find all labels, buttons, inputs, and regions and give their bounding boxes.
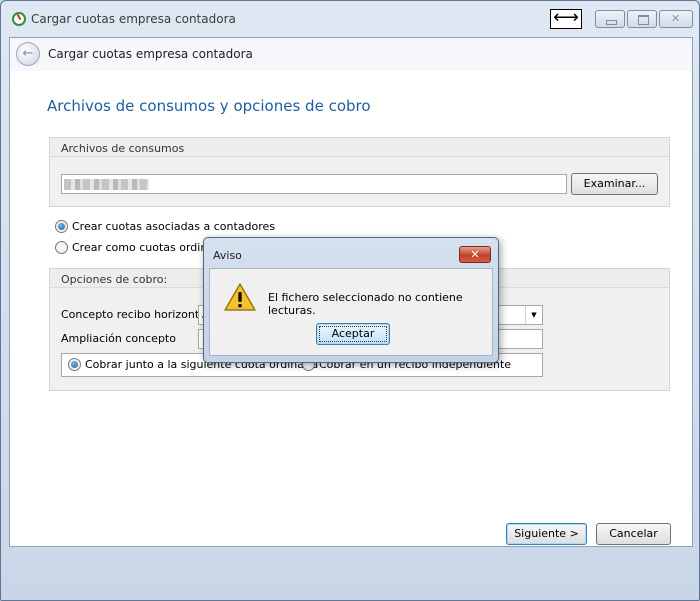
dropdown-arrow-icon[interactable]: ▼ xyxy=(525,306,542,324)
resize-cursor-icon: ⟷ xyxy=(550,9,582,29)
radio-button-selected[interactable] xyxy=(55,220,68,233)
page-title: Archivos de consumos y opciones de cobro xyxy=(47,97,371,115)
billing-options-label: Opciones de cobro: xyxy=(61,273,168,286)
wizard-nav-bar: ← Cargar cuotas empresa contadora xyxy=(10,38,692,71)
back-arrow-icon[interactable]: ← xyxy=(16,42,40,66)
dialog-title: Aviso xyxy=(213,249,242,262)
dialog-close-icon[interactable]: ✕ xyxy=(459,246,491,263)
window-title: Cargar cuotas empresa contadora xyxy=(31,12,236,26)
radio-button-selected[interactable] xyxy=(68,358,81,371)
redacted-file-path xyxy=(64,179,149,190)
browse-button[interactable]: Examinar... xyxy=(571,173,658,195)
maximize-button[interactable] xyxy=(627,10,657,28)
title-bar[interactable]: Cargar cuotas empresa contadora ⟷ xyxy=(1,1,699,37)
app-logo-icon xyxy=(12,12,26,26)
wizard-title: Cargar cuotas empresa contadora xyxy=(48,47,253,61)
app-window: Cargar cuotas empresa contadora ⟷ ← Carg… xyxy=(0,0,700,601)
dialog-body: El fichero seleccionado no contiene lect… xyxy=(209,268,493,356)
cancel-button[interactable]: Cancelar xyxy=(596,523,671,545)
dialog-message: El fichero seleccionado no contiene lect… xyxy=(268,291,463,317)
concept-extension-label: Ampliación concepto xyxy=(61,332,176,345)
warning-icon xyxy=(224,283,256,311)
concept-label: Concepto recibo horizontal: xyxy=(61,308,213,321)
next-button[interactable]: Siguiente > xyxy=(506,523,587,545)
minimize-button[interactable] xyxy=(595,10,625,28)
ok-button[interactable]: Aceptar xyxy=(316,323,390,345)
window-close-button[interactable] xyxy=(659,10,693,28)
radio-meter-fees[interactable]: Crear cuotas asociadas a contadores xyxy=(55,220,275,233)
radio-meter-fees-label: Crear cuotas asociadas a contadores xyxy=(72,220,276,233)
radio-button[interactable] xyxy=(55,241,68,254)
consumption-files-label: Archivos de consumos xyxy=(61,142,185,155)
file-path-input[interactable] xyxy=(61,174,567,194)
consumption-files-group: Archivos de consumos Examinar... xyxy=(49,137,670,207)
consumption-files-header: Archivos de consumos xyxy=(50,138,669,157)
warning-dialog: Aviso ✕ El fichero seleccionado no conti… xyxy=(203,237,499,363)
